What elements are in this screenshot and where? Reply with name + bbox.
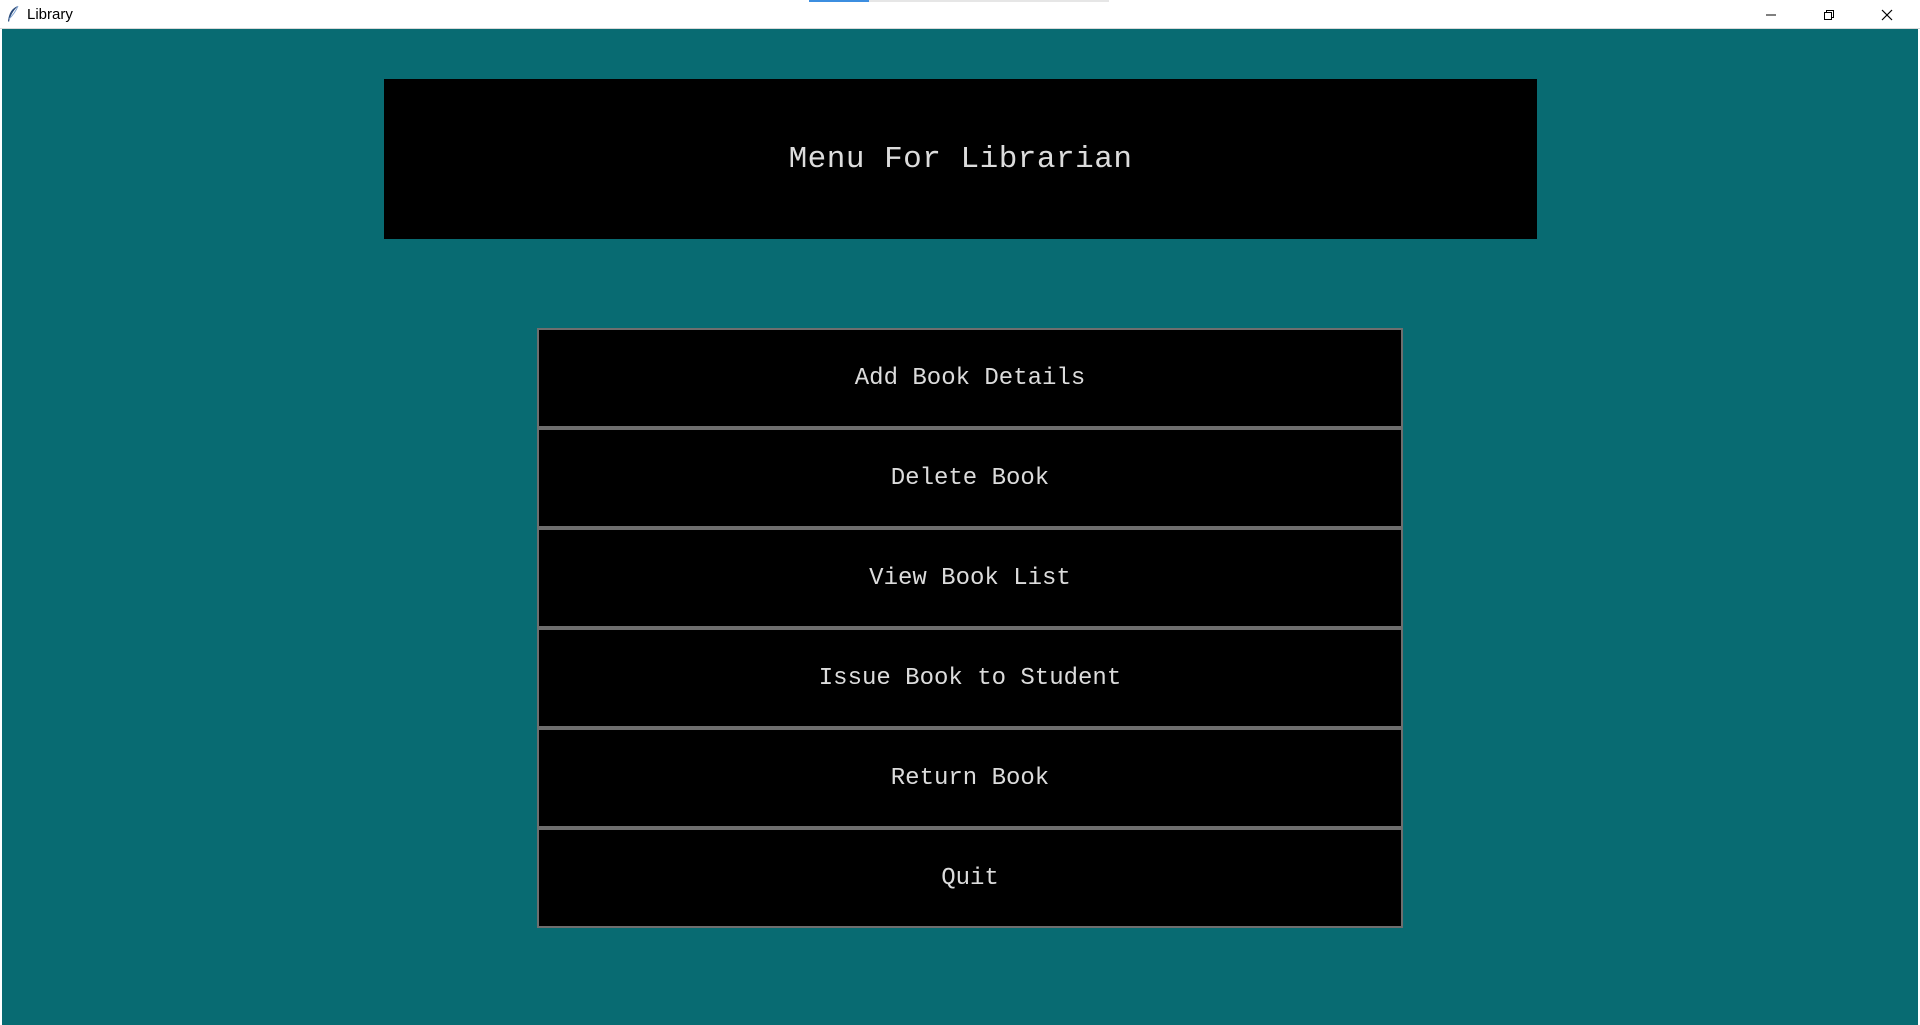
quit-button[interactable]: Quit [537,828,1403,928]
feather-icon [6,5,20,23]
close-button[interactable] [1858,0,1916,29]
restore-icon [1823,9,1835,21]
delete-book-button[interactable]: Delete Book [537,428,1403,528]
add-book-details-button[interactable]: Add Book Details [537,328,1403,428]
minimize-icon [1765,9,1777,21]
heading-panel: Menu For Librarian [384,79,1537,239]
return-book-button[interactable]: Return Book [537,728,1403,828]
librarian-menu: Add Book Details Delete Book View Book L… [537,328,1403,928]
minimize-button[interactable] [1742,0,1800,29]
main-window-area: Menu For Librarian Add Book Details Dele… [2,29,1918,1025]
title-accent-bar [809,0,869,2]
issue-book-button[interactable]: Issue Book to Student [537,628,1403,728]
view-book-list-button[interactable]: View Book List [537,528,1403,628]
page-title: Menu For Librarian [788,141,1133,177]
window-titlebar[interactable]: Library [0,0,1920,29]
window-title: Library [27,6,73,23]
restore-button[interactable] [1800,0,1858,29]
close-icon [1881,9,1893,21]
title-accent-bar-light [869,0,1109,2]
